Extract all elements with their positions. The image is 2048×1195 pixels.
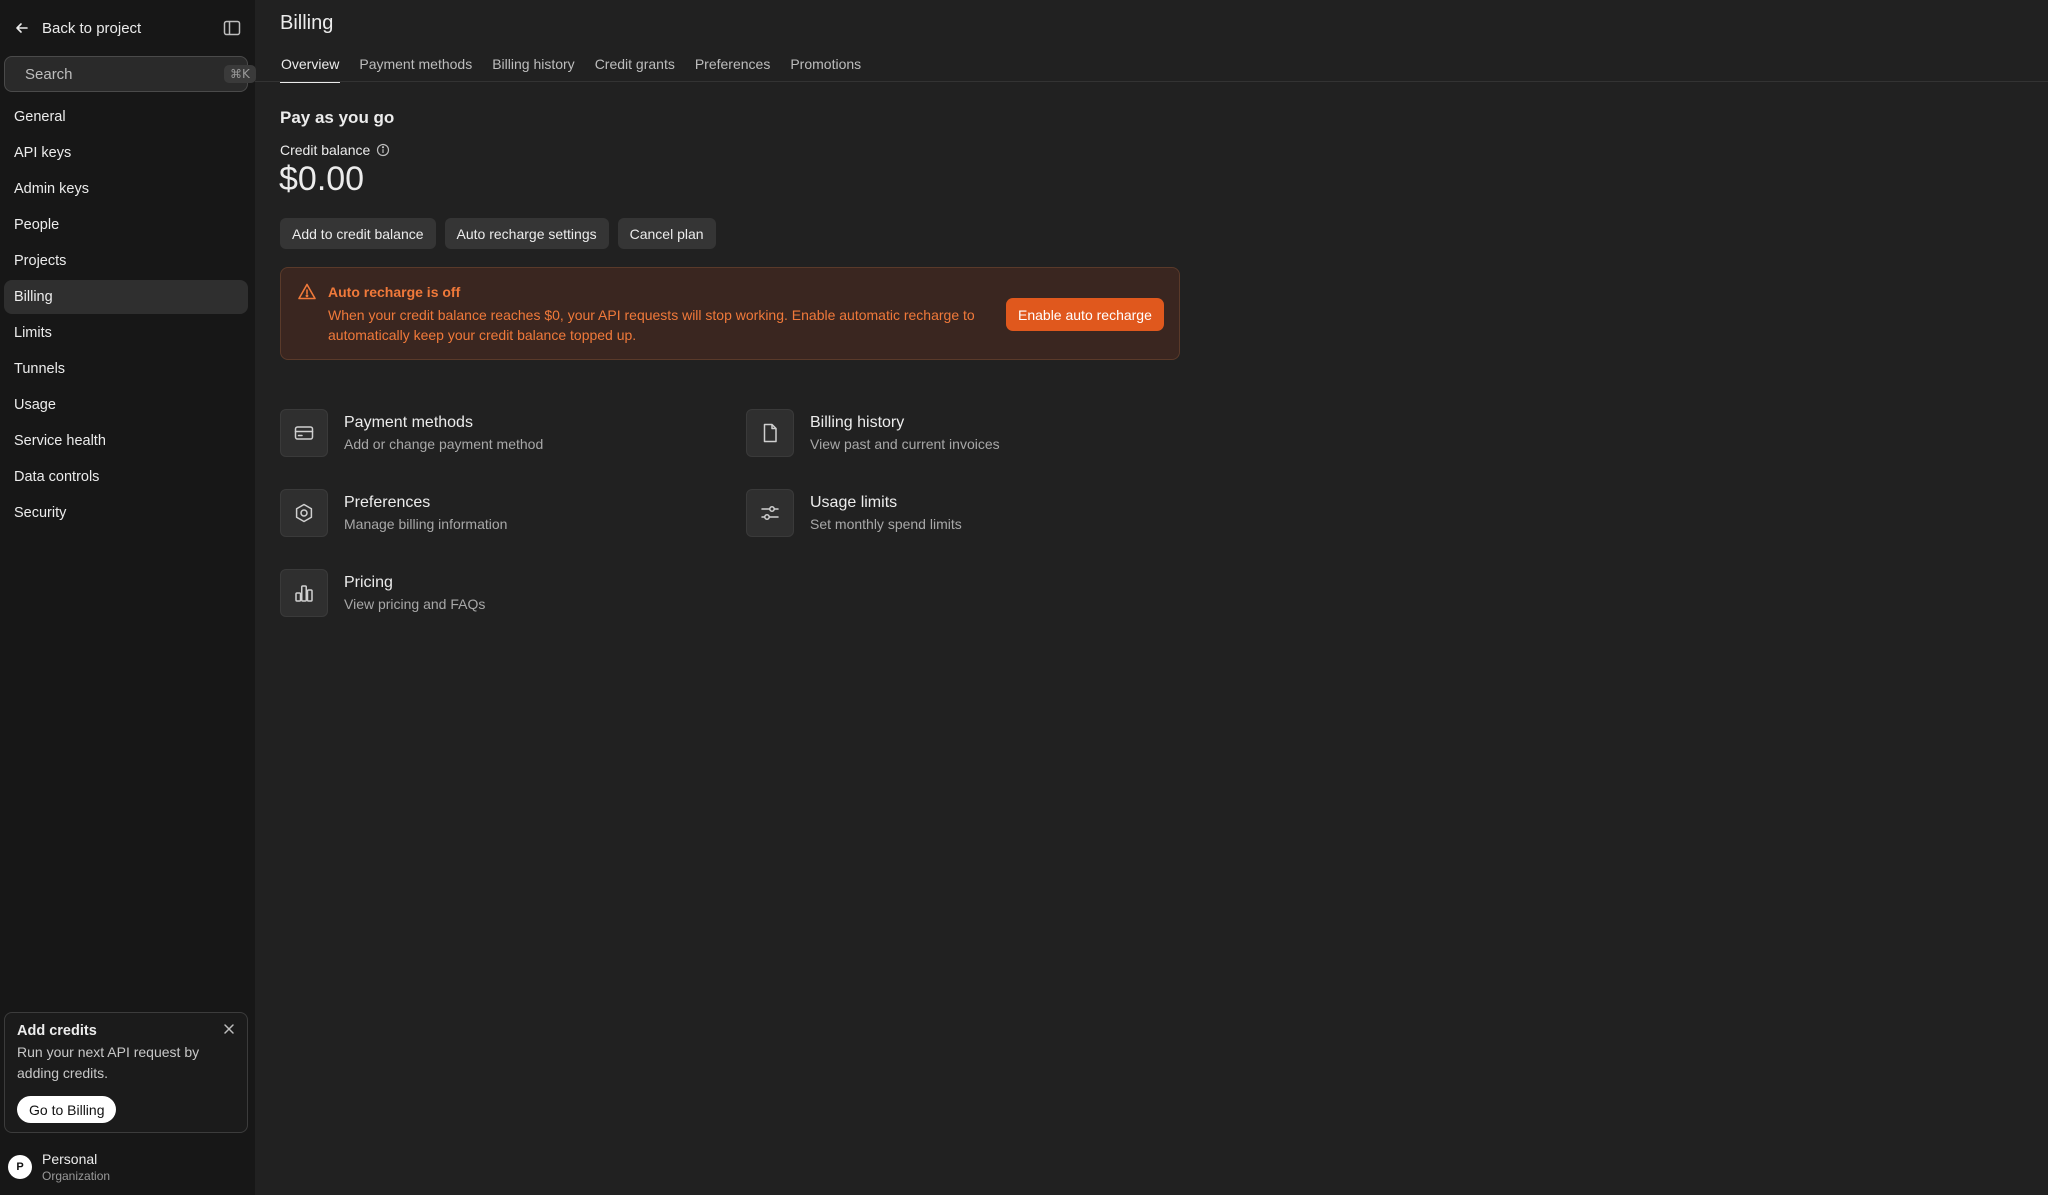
page-title: Billing [280, 12, 334, 34]
sidebar-nav: General API keys Admin keys People Proje… [4, 100, 248, 532]
credit-balance-label: Credit balance [280, 142, 390, 158]
billing-tabs: Overview Payment methods Billing history… [280, 54, 880, 83]
tabs-divider [255, 81, 2048, 82]
card-subtitle: View past and current invoices [810, 436, 1000, 452]
card-subtitle: Set monthly spend limits [810, 516, 962, 532]
card-title: Usage limits [810, 494, 898, 511]
sidebar-toggle-icon[interactable] [222, 18, 242, 38]
sidebar-item-billing[interactable]: Billing [4, 280, 248, 314]
plan-actions: Add to credit balance Auto recharge sett… [280, 218, 725, 249]
plan-title: Pay as you go [280, 108, 395, 127]
add-credits-title: Add credits [17, 1023, 97, 1039]
card-title: Preferences [344, 494, 431, 511]
bar-chart-icon [280, 569, 328, 617]
main-content: Billing Overview Payment methods Billing… [255, 0, 2048, 1195]
search-shortcut: ⌘K [224, 65, 256, 83]
arrow-left-icon [16, 23, 28, 33]
org-switcher[interactable]: P Personal Organization [8, 1148, 248, 1186]
org-name: Personal [42, 1151, 98, 1167]
sidebar-item-people[interactable]: People [4, 208, 248, 242]
usage-limits-card[interactable]: Usage limits Set monthly spend limits [746, 488, 1166, 538]
sidebar-item-api-keys[interactable]: API keys [4, 136, 248, 170]
billing-history-card[interactable]: Billing history View past and current in… [746, 408, 1166, 458]
card-subtitle: Manage billing information [344, 516, 508, 532]
warning-triangle-icon [298, 283, 316, 300]
sidebar-item-general[interactable]: General [4, 100, 248, 134]
sidebar-item-service-health[interactable]: Service health [4, 424, 248, 458]
info-icon[interactable] [376, 143, 390, 157]
card-title: Pricing [344, 574, 393, 591]
cancel-plan-button[interactable]: Cancel plan [617, 218, 716, 249]
back-to-project-link[interactable]: Back to project [14, 14, 244, 42]
alert-text: When your credit balance reaches $0, you… [328, 307, 975, 343]
sidebar-item-projects[interactable]: Projects [4, 244, 248, 278]
add-to-credit-balance-button[interactable]: Add to credit balance [280, 218, 436, 249]
card-subtitle: View pricing and FAQs [344, 596, 486, 612]
sidebar: Back to project ⌘K General API keys Admi… [0, 0, 256, 1195]
sliders-icon [746, 489, 794, 537]
card-subtitle: Add or change payment method [344, 436, 544, 452]
sidebar-item-admin-keys[interactable]: Admin keys [4, 172, 248, 206]
add-credits-card: Add credits Run your next API request by… [4, 1012, 248, 1133]
add-credits-text: Run your next API request by adding cred… [17, 1044, 200, 1081]
sidebar-item-data-controls[interactable]: Data controls [4, 460, 248, 494]
gear-icon [280, 489, 328, 537]
sidebar-item-limits[interactable]: Limits [4, 316, 248, 350]
sidebar-item-security[interactable]: Security [4, 496, 248, 530]
enable-auto-recharge-button[interactable]: Enable auto recharge [1006, 298, 1164, 331]
tab-preferences[interactable]: Preferences [694, 54, 771, 83]
sidebar-item-tunnels[interactable]: Tunnels [4, 352, 248, 386]
tab-credit-grants[interactable]: Credit grants [594, 54, 676, 83]
search-input[interactable] [25, 65, 224, 83]
sidebar-item-usage[interactable]: Usage [4, 388, 248, 422]
close-icon[interactable] [223, 1023, 235, 1035]
back-label: Back to project [42, 19, 142, 37]
pricing-card[interactable]: Pricing View pricing and FAQs [280, 568, 700, 618]
preferences-card[interactable]: Preferences Manage billing information [280, 488, 700, 538]
search-box[interactable]: ⌘K [4, 56, 256, 92]
tab-overview[interactable]: Overview [280, 54, 341, 83]
document-icon [746, 409, 794, 457]
org-type: Organization [42, 1169, 111, 1183]
card-title: Payment methods [344, 414, 473, 431]
tab-billing-history[interactable]: Billing history [491, 54, 575, 83]
go-to-billing-button[interactable]: Go to Billing [17, 1096, 117, 1123]
auto-recharge-settings-button[interactable]: Auto recharge settings [444, 218, 609, 249]
credit-card-icon [280, 409, 328, 457]
credit-balance-amount: $0.00 [279, 160, 365, 198]
card-title: Billing history [810, 414, 905, 431]
tab-payment-methods[interactable]: Payment methods [358, 54, 473, 83]
credit-balance-text: Credit balance [280, 142, 371, 158]
alert-title: Auto recharge is off [328, 284, 461, 300]
payment-methods-card[interactable]: Payment methods Add or change payment me… [280, 408, 700, 458]
tab-promotions[interactable]: Promotions [789, 54, 862, 83]
auto-recharge-alert: Auto recharge is off When your credit ba… [280, 267, 1180, 360]
avatar: P [8, 1155, 32, 1179]
